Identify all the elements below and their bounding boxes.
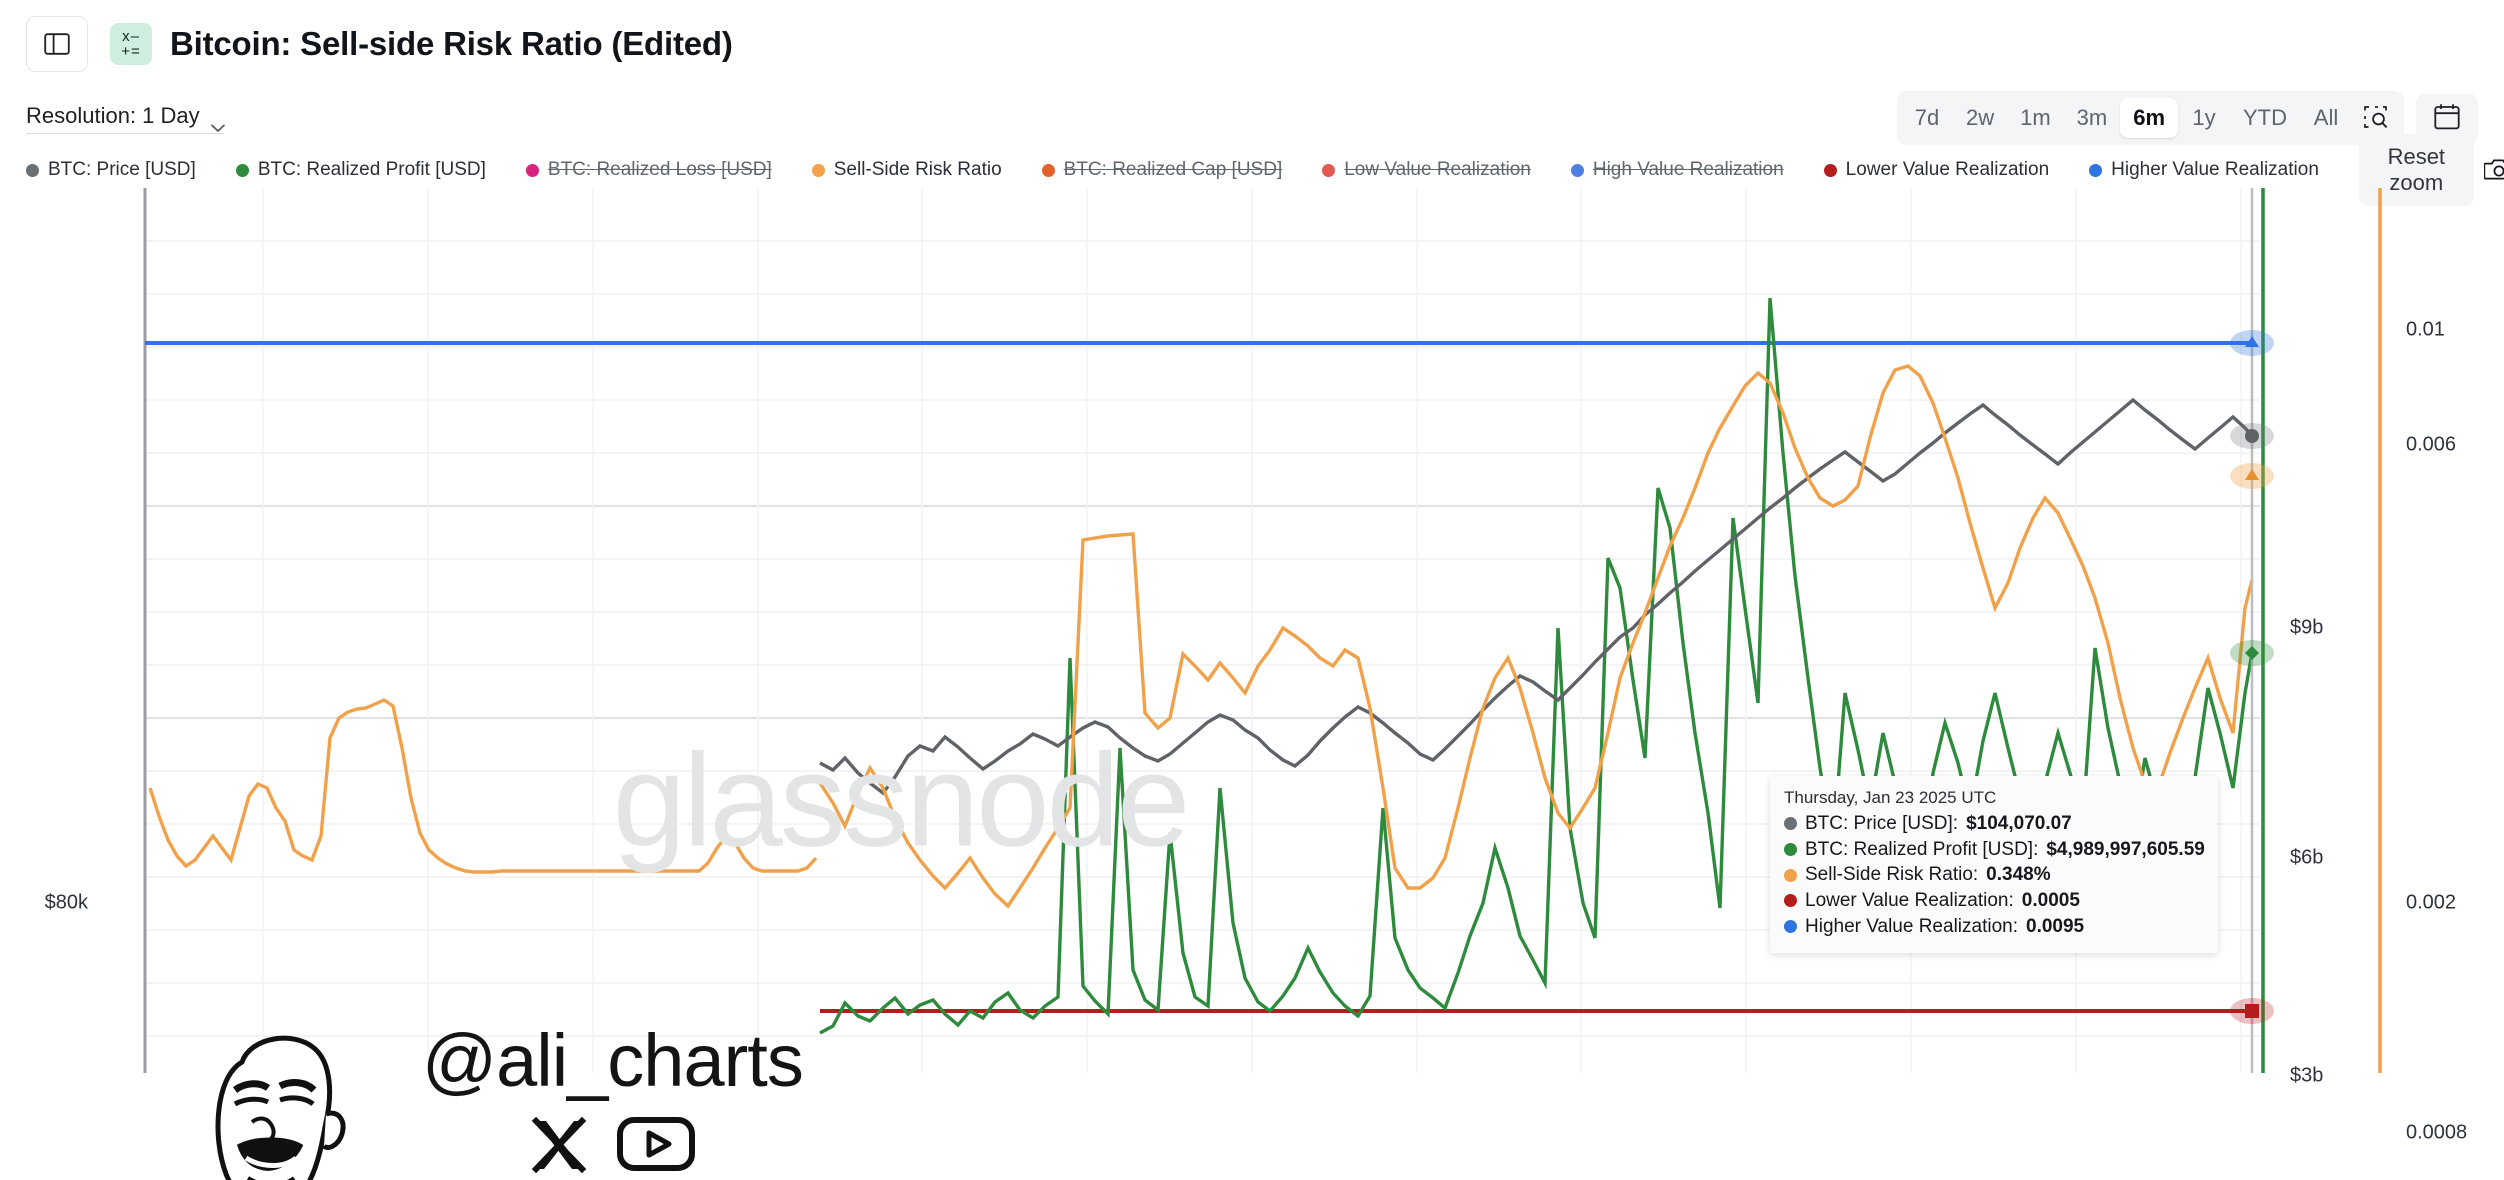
sidebar-toggle-button[interactable]: [26, 16, 88, 72]
camera-icon: [2483, 157, 2504, 184]
tooltip-value: 0.348%: [1986, 864, 2051, 886]
tooltip-label: Sell-Side Risk Ratio:: [1805, 864, 1979, 886]
formula-icon-row1: x–: [122, 27, 140, 45]
formula-icon: x– +=: [110, 23, 152, 65]
legend-color-dot: [811, 163, 825, 177]
y-axis-green-tick: $3b: [2290, 1064, 2324, 1087]
calendar-icon: [2434, 103, 2460, 133]
legend-item-lower-value-realization[interactable]: Lower Value Realization: [1823, 159, 2050, 181]
crosshair-marker-realized-profit: [2230, 640, 2274, 666]
legend-color-dot: [525, 163, 539, 177]
tooltip-row-higher-value-realization: Higher Value Realization: 0.0095: [1784, 914, 2204, 940]
tooltip-label: BTC: Realized Profit [USD]:: [1805, 838, 2039, 860]
tooltip-color-dot: [1784, 817, 1797, 831]
chart-legend: BTC: Price [USD] BTC: Realized Profit [U…: [0, 134, 2504, 206]
tooltip-value: $4,989,997,605.59: [2046, 838, 2205, 860]
legend-color-dot: [1322, 163, 1336, 177]
legend-label: Sell-Side Risk Ratio: [833, 159, 1002, 180]
tooltip-value: 0.0005: [2021, 889, 2080, 911]
tooltip-color-dot: [1784, 868, 1797, 882]
range-button-1y[interactable]: 1y: [2178, 98, 2230, 138]
range-button-7d[interactable]: 7d: [1901, 98, 1953, 138]
tooltip-value: 0.0095: [2026, 915, 2085, 937]
y-axis-orange-tick: 0.006: [2406, 433, 2457, 456]
y-axis-green-tick: $6b: [2290, 846, 2324, 869]
tooltip-label: Higher Value Realization:: [1805, 915, 2018, 937]
legend-item-btc-price[interactable]: BTC: Price [USD]: [26, 159, 196, 181]
chart-canvas[interactable]: [0, 188, 2504, 1180]
zoom-select-button[interactable]: [2352, 95, 2400, 141]
legend-color-dot: [235, 163, 249, 177]
page-title: Bitcoin: Sell-side Risk Ratio (Edited): [170, 25, 733, 62]
crosshair-marker-higher-value-realization: [2230, 330, 2274, 356]
legend-color-dot: [2089, 163, 2103, 177]
range-button-2w[interactable]: 2w: [1953, 98, 2007, 138]
legend-item-btc-realized-loss[interactable]: BTC: Realized Loss [USD]: [525, 159, 772, 181]
app-header: x– += Bitcoin: Sell-side Risk Ratio (Edi…: [0, 0, 2504, 88]
resolution-label: Resolution: 1 Day: [26, 102, 200, 128]
range-button-all[interactable]: All: [2300, 98, 2352, 138]
range-button-1m[interactable]: 1m: [2007, 98, 2064, 138]
legend-color-dot: [1823, 163, 1837, 177]
resolution-dropdown[interactable]: Resolution: 1 Day: [26, 102, 225, 134]
tooltip-color-dot: [1784, 842, 1797, 856]
legend-color-dot: [1570, 163, 1584, 177]
tooltip-value: $104,070.07: [1966, 813, 2072, 834]
sidebar-panel-icon: [44, 32, 70, 56]
chart-area[interactable]: glassnode @ali_charts Thursday, Jan 23 2…: [0, 188, 2504, 1180]
y-axis-orange-tick: 0.0008: [2406, 1121, 2468, 1144]
title-group: x– += Bitcoin: Sell-side Risk Ratio (Edi…: [110, 23, 733, 65]
calendar-button[interactable]: [2416, 94, 2478, 142]
legend-color-dot: [1041, 163, 1055, 177]
y-axis-orange-tick: 0.002: [2406, 891, 2457, 914]
tooltip-row-btc-price: BTC: Price [USD]: $104,070.07: [1784, 811, 2204, 837]
chart-tooltip: Thursday, Jan 23 2025 UTC BTC: Price [US…: [1770, 776, 2218, 954]
screenshot-button[interactable]: [2483, 147, 2504, 193]
range-button-ytd[interactable]: YTD: [2230, 98, 2300, 138]
crosshair-marker-btc-price: [2230, 423, 2274, 449]
y-axis-left-tick: $80k: [44, 891, 88, 914]
legend-item-high-value-realization[interactable]: High Value Realization: [1570, 159, 1784, 181]
formula-icon-row2: +=: [121, 43, 141, 60]
tooltip-label: BTC: Price [USD]:: [1805, 813, 1959, 834]
legend-label: Low Value Realization: [1344, 159, 1531, 180]
legend-label: High Value Realization: [1592, 159, 1784, 180]
zoom-select-icon: [2363, 104, 2389, 133]
tooltip-row-lower-value-realization: Lower Value Realization: 0.0005: [1784, 888, 2204, 914]
tooltip-row-realized-profit: BTC: Realized Profit [USD]: $4,989,997,6…: [1784, 837, 2205, 863]
legend-item-btc-realized-profit[interactable]: BTC: Realized Profit [USD]: [235, 159, 486, 181]
chart-toolbar: Resolution: 1 Day 7d 2w 1m 3m 6m 1y YTD …: [0, 88, 2504, 148]
legend-label: Higher Value Realization: [2111, 159, 2319, 180]
tooltip-row-risk-ratio: Sell-Side Risk Ratio: 0.348%: [1784, 862, 2204, 888]
crosshair-marker-risk-ratio: [2230, 463, 2274, 489]
toolbar-right-group: 7d 2w 1m 3m 6m 1y YTD All: [1896, 91, 2478, 145]
tooltip-label: Lower Value Realization:: [1805, 889, 2014, 911]
tooltip-color-dot: [1784, 894, 1797, 908]
range-button-6m[interactable]: 6m: [2120, 98, 2178, 138]
tooltip-color-dot: [1784, 919, 1797, 933]
time-range-group: 7d 2w 1m 3m 6m 1y YTD All: [1896, 91, 2404, 145]
crosshair-marker-lower-value-realization: [2230, 998, 2274, 1024]
legend-item-low-value-realization[interactable]: Low Value Realization: [1322, 159, 1531, 181]
legend-color-dot: [26, 163, 39, 177]
legend-item-higher-value-realization[interactable]: Higher Value Realization: [2089, 159, 2319, 181]
legend-label: BTC: Price [USD]: [48, 159, 196, 180]
tooltip-date: Thursday, Jan 23 2025 UTC: [1784, 788, 1997, 807]
legend-label: BTC: Realized Profit [USD]: [257, 159, 486, 180]
y-axis-green-tick: $9b: [2290, 616, 2324, 639]
chevron-down-icon: [210, 113, 225, 132]
y-axis-orange-tick: 0.01: [2406, 318, 2445, 341]
legend-label: BTC: Realized Loss [USD]: [547, 159, 772, 180]
legend-label: Lower Value Realization: [1845, 159, 2050, 180]
legend-label: BTC: Realized Cap [USD]: [1063, 159, 1283, 180]
legend-item-sell-side-risk-ratio[interactable]: Sell-Side Risk Ratio: [811, 159, 1002, 181]
range-button-3m[interactable]: 3m: [2064, 98, 2121, 138]
legend-item-btc-realized-cap[interactable]: BTC: Realized Cap [USD]: [1041, 159, 1283, 181]
